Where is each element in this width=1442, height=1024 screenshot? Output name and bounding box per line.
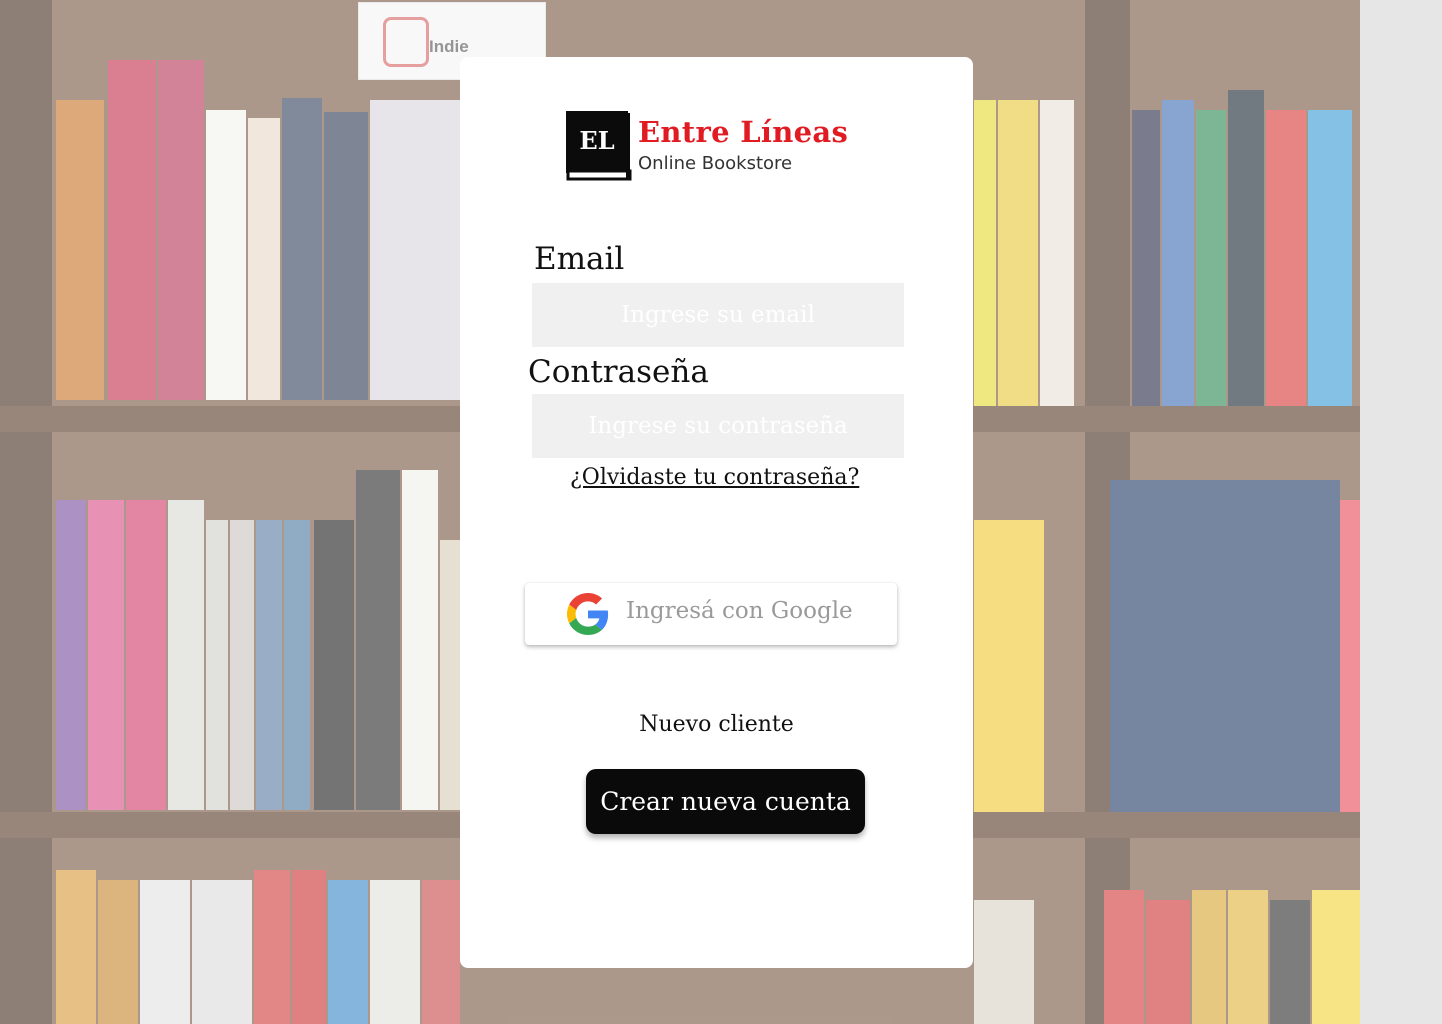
password-field[interactable] <box>532 394 904 458</box>
email-label: Email <box>534 241 625 277</box>
book-logo-icon: EL <box>566 111 632 181</box>
google-signin-label: Ingresá con Google <box>626 598 853 624</box>
password-label: Contraseña <box>528 354 709 390</box>
brand-logo: EL Entre Líneas Online Bookstore <box>566 109 856 185</box>
forgot-password-link[interactable]: ¿Olvidaste tu contraseña? <box>570 465 859 490</box>
right-gutter <box>1360 0 1442 1024</box>
google-icon <box>567 593 609 635</box>
email-field[interactable] <box>532 283 904 347</box>
create-account-button[interactable]: Crear nueva cuenta <box>586 769 865 834</box>
login-page: Indie EL Entre Líneas Online Bookstore E… <box>0 0 1442 1024</box>
google-signin-button[interactable]: Ingresá con Google <box>525 583 897 645</box>
brand-name: Entre Líneas <box>638 115 849 149</box>
logo-initials: EL <box>579 126 614 155</box>
new-customer-prompt: Nuevo cliente <box>639 712 794 737</box>
login-card: EL Entre Líneas Online Bookstore Email C… <box>460 57 973 968</box>
brand-tagline: Online Bookstore <box>638 153 793 174</box>
